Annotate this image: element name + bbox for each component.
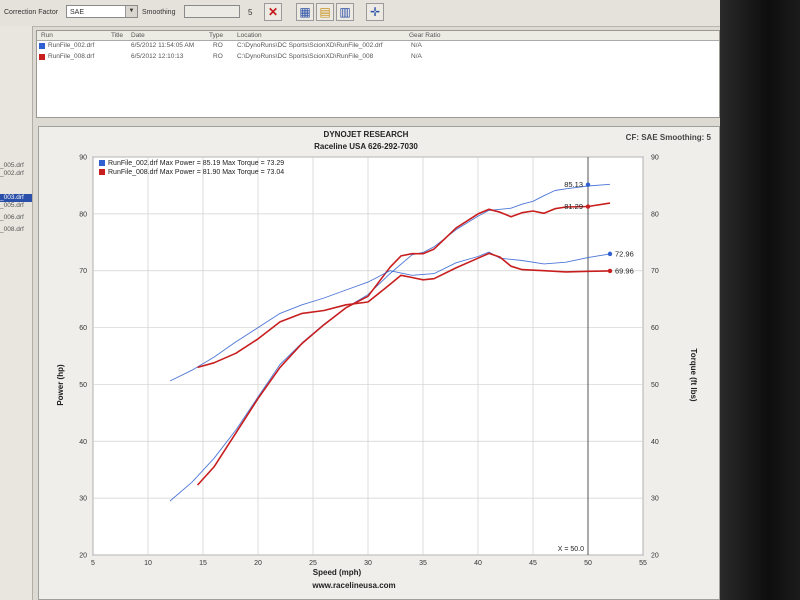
chart-settings-text: CF: SAE Smoothing: 5 [626,133,712,142]
value-marker [585,182,591,187]
smoothing-slider[interactable] [184,5,240,18]
y-right-tick-label: 40 [651,439,659,446]
run-gear: N/A [411,42,422,49]
x-tick-label: 25 [309,560,317,567]
y-right-tick-label: 50 [651,382,659,389]
run-name: RunFile_002.drf [48,42,95,49]
y-left-tick-label: 30 [79,496,87,503]
y-right-tick-label: 80 [651,211,659,218]
chart-icon: ▤ [319,5,331,19]
tree-item-selected[interactable]: _003.drf [0,194,32,202]
y-left-tick-label: 90 [79,155,87,162]
value-marker [585,204,591,209]
y-left-tick-label: 80 [79,211,87,218]
y-axis-left-label: Power (hp) [56,364,65,406]
y-left-tick-label: 50 [79,382,87,389]
smoothing-value: 5 [248,8,253,17]
table-row[interactable]: RunFile_008.drf 6/5/2012 12:10:13 RO C:\… [37,52,719,62]
crosshair-icon: ✛ [369,5,381,19]
y-right-tick-label: 90 [651,155,659,162]
run-name: RunFile_008.drf [48,53,95,60]
x-tick-label: 20 [254,560,262,567]
column-header[interactable]: Gear Ratio [409,32,440,39]
column-header[interactable]: Date [131,32,145,39]
dyno-chart: DYNOJET RESEARCH Raceline USA 626-292-70… [56,130,712,590]
chart-options-button[interactable]: ▤ [316,3,334,21]
chart-subtitle: Raceline USA 626-292-7030 [314,142,418,151]
legend-swatch [99,169,105,175]
value-label: 69.96 [615,266,634,275]
y-right-tick-label: 60 [651,325,659,332]
value-marker [607,251,613,257]
x-tick-label: 30 [364,560,372,567]
run-date: 6/5/2012 12:10:13 [131,53,184,60]
column-header[interactable]: Run [41,32,53,39]
column-header[interactable]: Location [237,32,262,39]
compare-button[interactable]: ▥ [336,3,354,21]
run-date: 6/5/2012 11:54:05 AM [131,42,195,49]
series-color-swatch [39,43,45,49]
value-label: 85.13 [564,180,583,189]
grid-view-button[interactable]: ▦ [296,3,314,21]
value-label: 72.96 [615,249,634,258]
y-left-tick-label: 20 [79,553,87,560]
close-icon: ✕ [267,5,279,19]
correction-factor-select[interactable]: SAE ▼ [66,5,138,18]
run-location: C:\DynoRuns\DC Sports\ScionXD\RunFile_00… [237,42,383,49]
table-row[interactable]: RunFile_002.drf 6/5/2012 11:54:05 AM RO … [37,41,719,51]
value-label: 81.29 [564,202,583,211]
column-header[interactable]: Title [111,32,123,39]
run-file-tree: _005.drf _002.drf _003.drf _005.drf _006… [0,26,33,600]
value-marker [607,268,613,274]
run-gear: N/A [411,53,422,60]
x-axis-label: Speed (mph) [313,568,362,577]
dyno-chart-window: DYNOJET RESEARCH Raceline USA 626-292-70… [38,126,720,600]
correction-factor-value: SAE [70,9,85,16]
x-tick-label: 45 [529,560,537,567]
monitor-bezel [720,0,800,600]
x-tick-label: 10 [144,560,152,567]
run-type: RO [213,53,223,60]
cursor-label: X = 50.0 [558,546,584,553]
chart-footer: www.racelineusa.com [311,581,395,590]
run-location: C:\DynoRuns\DC Sports\ScionXD\RunFile_00… [237,53,374,60]
delete-run-button[interactable]: ✕ [264,3,282,21]
x-tick-label: 35 [419,560,427,567]
y-axis-right-label: Torque (ft lbs) [689,348,698,402]
legend-swatch [99,160,105,166]
tree-item[interactable]: _002.drf [0,170,32,178]
x-tick-label: 55 [639,560,647,567]
toolbar: Correction Factor SAE ▼ Smoothing 5 ✕ ▦ … [0,0,720,27]
chart-title: DYNOJET RESEARCH [324,130,409,139]
series-color-swatch [39,54,45,60]
y-right-tick-label: 30 [651,496,659,503]
crosshair-button[interactable]: ✛ [366,3,384,21]
smoothing-label: Smoothing [142,9,176,16]
x-tick-label: 40 [474,560,482,567]
column-header[interactable]: Type [209,32,223,39]
legend-entry: RunFile_008.drf Max Power = 81.90 Max To… [108,169,284,176]
x-tick-label: 5 [91,560,95,567]
run-file-table: Run Title Date Type Location Gear Ratio … [36,30,720,118]
correction-factor-label: Correction Factor [4,9,59,16]
x-tick-label: 15 [199,560,207,567]
y-left-tick-label: 40 [79,439,87,446]
legend-entry: RunFile_002.drf Max Power = 85.19 Max To… [108,160,284,167]
compare-icon: ▥ [339,5,351,19]
tree-item[interactable]: _008.drf [0,226,32,234]
y-right-tick-label: 20 [651,553,659,560]
dyno-app-window: Correction Factor SAE ▼ Smoothing 5 ✕ ▦ … [0,0,720,600]
table-header: Run Title Date Type Location Gear Ratio [37,31,719,41]
y-right-tick-label: 70 [651,268,659,275]
chevron-down-icon: ▼ [125,6,137,17]
tree-item[interactable]: _005.drf [0,202,32,210]
run-type: RO [213,42,223,49]
x-tick-label: 50 [584,560,592,567]
tree-item[interactable]: _006.drf [0,214,32,222]
tree-item[interactable]: _005.drf [0,162,32,170]
grid-icon: ▦ [299,5,311,19]
y-left-tick-label: 60 [79,325,87,332]
y-left-tick-label: 70 [79,268,87,275]
